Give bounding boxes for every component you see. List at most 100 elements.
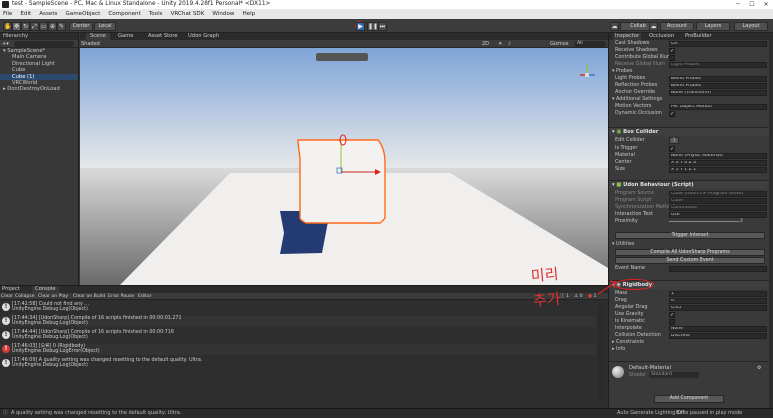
receive-gi-dropdown[interactable]: Light Probes [669,62,767,68]
tab-console[interactable]: Console [32,286,59,293]
gizmos-dropdown[interactable]: Gizmos [550,41,568,47]
scene-tool-overlay[interactable] [316,53,368,61]
status-message[interactable]: A quality setting was changed resetting … [11,409,181,418]
services-cloud-icon[interactable]: ☁ [649,22,658,31]
menu-edit[interactable]: Edit [20,9,31,19]
proximity-slider[interactable] [669,221,739,222]
use-gravity-checkbox[interactable]: ✓ [669,312,675,318]
layout-dropdown[interactable]: Layout [734,22,768,31]
program-script-field[interactable]: Cube [669,198,767,204]
maximize-icon[interactable]: ☐ [745,0,759,9]
pivot-center-button[interactable]: Center [69,22,93,31]
send-custom-event-button[interactable]: Send Custom Event [615,257,765,264]
tab-asset-store[interactable]: Asset Store [148,33,178,40]
dynamic-occlusion-checkbox[interactable]: ✓ [669,111,675,117]
tab-occlusion[interactable]: Occlusion [649,33,674,40]
udon-behaviour-header[interactable]: ▾ ■ Udon Behaviour (Script) [609,180,769,189]
transform-tool-icon[interactable]: ⊕ [48,22,57,31]
constraints-foldout[interactable]: ▸ Constraints [609,339,769,346]
error-pause-button[interactable]: Error Pause [108,293,134,300]
settings-gear-icon[interactable]: ⚙ [757,365,761,371]
probes-header[interactable]: ▾ Probes [609,68,769,75]
reflection-probes-dropdown[interactable]: Blend Probes [669,83,767,89]
menu-component[interactable]: Component [108,9,140,19]
create-plus-icon[interactable]: +▾ [2,41,9,47]
collapse-button[interactable]: Collapse [15,293,35,300]
clear-on-play-button[interactable]: Clear on Play [38,293,68,300]
is-kinematic-checkbox[interactable] [669,319,675,325]
box-collider-header[interactable]: ▾ ▣ Box Collider [609,127,769,136]
dontdestroy-row[interactable]: ▸ DontDestroyOnLoad [0,86,78,92]
add-component-button[interactable]: Add Component [654,395,724,403]
shading-mode-dropdown[interactable]: Shaded [81,41,100,47]
collision-detection-dropdown[interactable]: Discrete [669,333,767,339]
close-icon[interactable]: ✕ [759,0,773,9]
log-entry[interactable]: ! [17:44:44] [UdonSharp] Compile of 16 sc… [0,330,596,341]
pivot-local-button[interactable]: Local [94,22,116,31]
layers-dropdown[interactable]: Layers [696,22,730,31]
menu-window[interactable]: Window [212,9,234,19]
additional-settings-header[interactable]: ▾ Additional Settings [609,96,769,103]
trigger-interact-button[interactable]: Trigger Interact [615,232,765,239]
center-fields[interactable]: X 0 Y 0 Z 0 [669,160,767,166]
account-dropdown[interactable]: Account [660,22,694,31]
program-source-field[interactable]: Cube (Udon C# Program Asset) [669,191,767,197]
tab-udon-graph[interactable]: Udon Graph [188,33,219,40]
log-entry-error[interactable]: ! [17:46:03] [오류] 0 (Rigidbody) UnityEngin… [0,344,596,355]
audio-toggle-icon[interactable]: ♪ [508,41,511,47]
log-entry[interactable]: ! [17:46:09] A quality setting was change… [0,358,596,369]
hand-tool-icon[interactable]: ✋ [3,22,12,31]
mass-input[interactable]: 1 [669,291,767,297]
tab-project[interactable]: Project [2,286,20,293]
tab-scene[interactable]: Scene [86,33,110,40]
receive-shadows-checkbox[interactable]: ✓ [669,48,675,54]
inspector-scrollbar[interactable] [769,40,773,408]
clear-on-build-button[interactable]: Clear on Build [73,293,105,300]
play-button[interactable]: ▶ [356,22,365,31]
motion-vectors-dropdown[interactable]: Per Object Motion [669,104,767,110]
tab-probuilder[interactable]: ProBuilder [685,33,712,40]
menu-tools[interactable]: Tools [149,9,163,19]
log-entry[interactable]: ! [17:44:34] [UdonSharp] Compile of 16 sc… [0,316,596,327]
lighting-toggle-icon[interactable]: ☀ [498,41,502,47]
compile-all-button[interactable]: Compile All UdonSharp Programs [615,249,765,256]
angular-drag-input[interactable]: 0.05 [669,305,767,311]
info-foldout[interactable]: ▸ Info [609,346,769,353]
pause-button[interactable]: ❚❚ [367,22,378,31]
cast-shadows-dropdown[interactable]: On [669,41,767,47]
2d-toggle[interactable]: 2D [482,41,489,47]
physic-material-field[interactable]: None (Physic Material) [669,153,767,159]
menu-file[interactable]: File [3,9,12,19]
tab-hierarchy[interactable]: Hierarchy [0,33,78,40]
event-name-input[interactable] [669,266,767,272]
light-probes-dropdown[interactable]: Blend Probes [669,76,767,82]
anchor-override-field[interactable]: None (Transform) [669,90,767,96]
sync-method-dropdown[interactable]: Continuous [669,205,767,211]
step-button[interactable]: ⏭ [378,22,387,31]
clear-button[interactable]: Clear [1,293,13,300]
interaction-text-input[interactable]: Use [669,212,767,218]
minimize-icon[interactable]: ─ [731,0,745,9]
move-tool-icon[interactable]: ✥ [12,22,21,31]
menu-vrchat-sdk[interactable]: VRChat SDK [171,9,205,19]
rect-tool-icon[interactable]: ▭ [39,22,48,31]
tab-inspector[interactable]: Inspector [613,33,642,40]
editor-dropdown[interactable]: Editor [138,293,152,300]
hierarchy-search-input[interactable] [14,41,74,47]
size-fields[interactable]: X 1 Y 1 Z 1 [669,167,767,173]
interpolate-dropdown[interactable]: None [669,326,767,332]
is-trigger-checkbox[interactable]: ✓ [669,146,675,152]
scene-search-input[interactable]: All [574,41,606,47]
contribute-gi-checkbox[interactable] [669,55,675,61]
console-scrollbar[interactable] [598,302,604,402]
tab-game[interactable]: Game [118,33,133,40]
scale-tool-icon[interactable]: ⤢ [30,22,39,31]
menu-help[interactable]: Help [242,9,255,19]
collab-cloud-icon[interactable]: ☁ [610,22,619,31]
shader-dropdown[interactable]: Standard [649,372,699,378]
menu-gameobject[interactable]: GameObject [65,9,100,19]
menu-assets[interactable]: Assets [39,9,57,19]
log-entry[interactable]: ! [17:42:58] Could not find any ... UnityE… [0,302,596,313]
scene-viewport[interactable] [80,48,608,285]
utilities-header[interactable]: ▾ Utilities [609,241,769,248]
